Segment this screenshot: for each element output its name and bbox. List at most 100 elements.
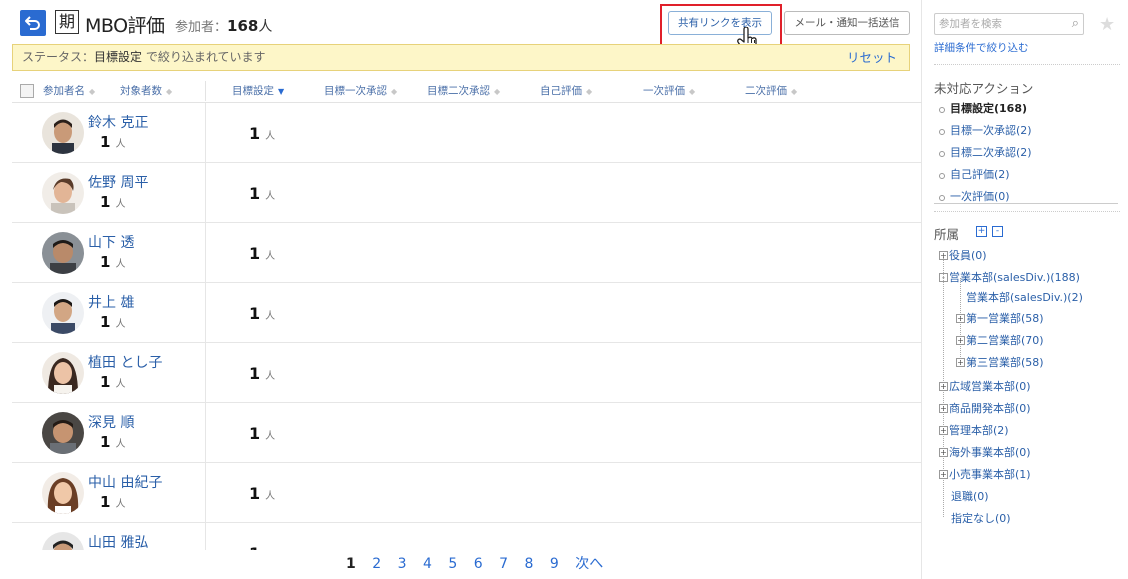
target-count: 1人 xyxy=(100,433,126,451)
expand-icon: + xyxy=(939,448,948,457)
sort-icon: ◆ xyxy=(166,87,173,96)
tree-node[interactable]: - 営業本部(salesDiv.)(188) xyxy=(939,269,1080,285)
header-separator xyxy=(205,81,206,101)
avatar[interactable] xyxy=(42,472,84,514)
department-title: 所属 xyxy=(934,227,960,242)
tree-node[interactable]: + 管理本部(2) xyxy=(939,422,1009,438)
tree-node[interactable]: 退職(0) xyxy=(951,488,989,504)
action-goal-approval1[interactable]: 目標一次承認(2) xyxy=(934,120,1118,142)
target-count: 1人 xyxy=(100,313,126,331)
col-goal-approval1-label: 目標一次承認 xyxy=(324,85,387,97)
goal-setting-count[interactable]: 1人 xyxy=(249,484,275,503)
participant-name-link[interactable]: 山下 透 xyxy=(88,232,134,252)
table-row: 深見 順 1人 1人 xyxy=(12,403,922,463)
col-eval2[interactable]: 二次評価 ◆ xyxy=(745,83,797,98)
page-4[interactable]: 4 xyxy=(423,556,432,572)
avatar[interactable] xyxy=(42,172,84,214)
expand-icon: + xyxy=(939,251,948,260)
search-icon[interactable]: ⌕ xyxy=(1072,14,1079,34)
page-8[interactable]: 8 xyxy=(524,556,533,572)
tree-node[interactable]: + 役員(0) xyxy=(939,247,987,263)
avatar[interactable] xyxy=(42,232,84,274)
sort-icon: ◆ xyxy=(586,87,593,96)
expand-icon: + xyxy=(939,426,948,435)
goal-setting-count[interactable]: 1人 xyxy=(249,184,275,203)
tree-node[interactable]: + 第二営業部(70) xyxy=(956,332,1044,348)
col-goal-approval1[interactable]: 目標一次承認 ◆ xyxy=(324,83,397,98)
avatar[interactable] xyxy=(42,532,84,550)
action-goal-approval2[interactable]: 目標二次承認(2) xyxy=(934,142,1118,164)
page-9[interactable]: 9 xyxy=(550,556,559,572)
page-3[interactable]: 3 xyxy=(398,556,407,572)
participant-search-input[interactable]: 参加者を検索 ⌕ xyxy=(934,13,1084,35)
col-goal-setting[interactable]: 目標設定 ▼ xyxy=(232,83,284,98)
tree-node[interactable]: + 海外事業本部(0) xyxy=(939,444,1031,460)
tree-node[interactable]: + 小売事業本部(1) xyxy=(939,466,1031,482)
sort-icon: ◆ xyxy=(391,87,398,96)
next-page-link[interactable]: 次へ xyxy=(575,556,603,572)
col-self-eval-label: 自己評価 xyxy=(540,85,582,97)
sort-icon: ◆ xyxy=(689,87,696,96)
goal-setting-count[interactable]: 1人 xyxy=(249,244,275,263)
avatar[interactable] xyxy=(42,352,84,394)
page-2[interactable]: 2 xyxy=(372,556,381,572)
participant-table-body: 鈴木 克正 1人 1人 佐野 周平 1人 1人 山下 透 1人 1人 井上 雄 … xyxy=(12,103,922,550)
tree-node[interactable]: 営業本部(salesDiv.)(2) xyxy=(966,289,1083,305)
collapse-all-button[interactable]: - xyxy=(992,226,1003,237)
page-6[interactable]: 6 xyxy=(474,556,483,572)
participant-name-link[interactable]: 深見 順 xyxy=(88,412,134,432)
participant-name-link[interactable]: 佐野 周平 xyxy=(88,172,148,192)
action-goal-setting[interactable]: 目標設定(168) xyxy=(934,98,1118,120)
table-row: 鈴木 克正 1人 1人 xyxy=(12,103,922,163)
main-panel: 期 MBO評価 参加者：168人 共有リンクを表示 メール・通知一括送信 ステー… xyxy=(0,0,922,579)
expand-all-button[interactable]: + xyxy=(976,226,987,237)
participant-name-link[interactable]: 鈴木 克正 xyxy=(88,112,148,132)
avatar[interactable] xyxy=(42,112,84,154)
action-self-eval[interactable]: 自己評価(2) xyxy=(934,164,1118,186)
status-suffix: で絞り込まれています xyxy=(142,50,266,64)
col-target-count[interactable]: 対象者数 ◆ xyxy=(120,83,172,98)
expand-icon: + xyxy=(939,382,948,391)
pending-actions-title: 未対応アクション xyxy=(934,81,1034,96)
tree-node[interactable]: + 第三営業部(58) xyxy=(956,354,1044,370)
participant-name-link[interactable]: 中山 由紀子 xyxy=(88,472,162,492)
back-button[interactable] xyxy=(20,10,46,36)
participants-count: 168 xyxy=(227,17,259,35)
goal-setting-count[interactable]: 1人 xyxy=(249,304,275,323)
table-header: 参加者名 ◆ 対象者数 ◆ 目標設定 ▼ 目標一次承認 ◆ 目標二次承認 ◆ 自己評価 ◆ … xyxy=(12,79,922,103)
participants-summary: 参加者：168人 xyxy=(175,16,272,36)
tree-node[interactable]: + 第一営業部(58) xyxy=(956,310,1044,326)
goal-setting-count[interactable]: 1人 xyxy=(249,124,275,143)
sort-icon: ◆ xyxy=(89,87,96,96)
tree-node[interactable]: 指定なし(0) xyxy=(951,510,1011,526)
pagination: 1 2 3 4 5 6 7 8 9 次へ xyxy=(346,553,615,573)
target-count: 1人 xyxy=(100,253,126,271)
tree-node[interactable]: + 広域営業本部(0) xyxy=(939,378,1031,394)
page-7[interactable]: 7 xyxy=(499,556,508,572)
table-row: 植田 とし子 1人 1人 xyxy=(12,343,922,403)
col-self-eval[interactable]: 自己評価 ◆ xyxy=(540,83,592,98)
goal-setting-count[interactable]: 1人 xyxy=(249,424,275,443)
goal-setting-count[interactable]: 1人 xyxy=(249,364,275,383)
col-participant[interactable]: 参加者名 ◆ xyxy=(43,83,95,98)
participant-name-link[interactable]: 井上 雄 xyxy=(88,292,134,312)
page-5[interactable]: 5 xyxy=(448,556,457,572)
col-eval1[interactable]: 一次評価 ◆ xyxy=(643,83,695,98)
action-eval1[interactable]: 一次評価(0) xyxy=(934,186,1118,203)
participant-name-link[interactable]: 植田 とし子 xyxy=(88,352,162,372)
goal-setting-count[interactable]: 1人 xyxy=(249,544,275,550)
page-title: MBO評価 xyxy=(85,15,165,37)
select-all-checkbox[interactable] xyxy=(20,84,34,98)
col-target-count-label: 対象者数 xyxy=(120,85,162,97)
tree-node[interactable]: + 商品開発本部(0) xyxy=(939,400,1031,416)
participant-name-link[interactable]: 山田 雅弘 xyxy=(88,532,148,550)
search-placeholder: 参加者を検索 xyxy=(939,18,1002,30)
detail-filter-link[interactable]: 詳細条件で絞り込む xyxy=(934,40,1029,55)
reset-link[interactable]: リセット xyxy=(847,45,897,70)
bulk-mail-button[interactable]: メール・通知一括送信 xyxy=(784,11,910,35)
col-goal-approval2[interactable]: 目標二次承認 ◆ xyxy=(427,83,500,98)
favorite-star-icon[interactable]: ★ xyxy=(1099,14,1115,35)
status-filter-bar: ステータス：目標設定 で絞り込まれています リセット xyxy=(12,44,910,71)
avatar[interactable] xyxy=(42,412,84,454)
avatar[interactable] xyxy=(42,292,84,334)
